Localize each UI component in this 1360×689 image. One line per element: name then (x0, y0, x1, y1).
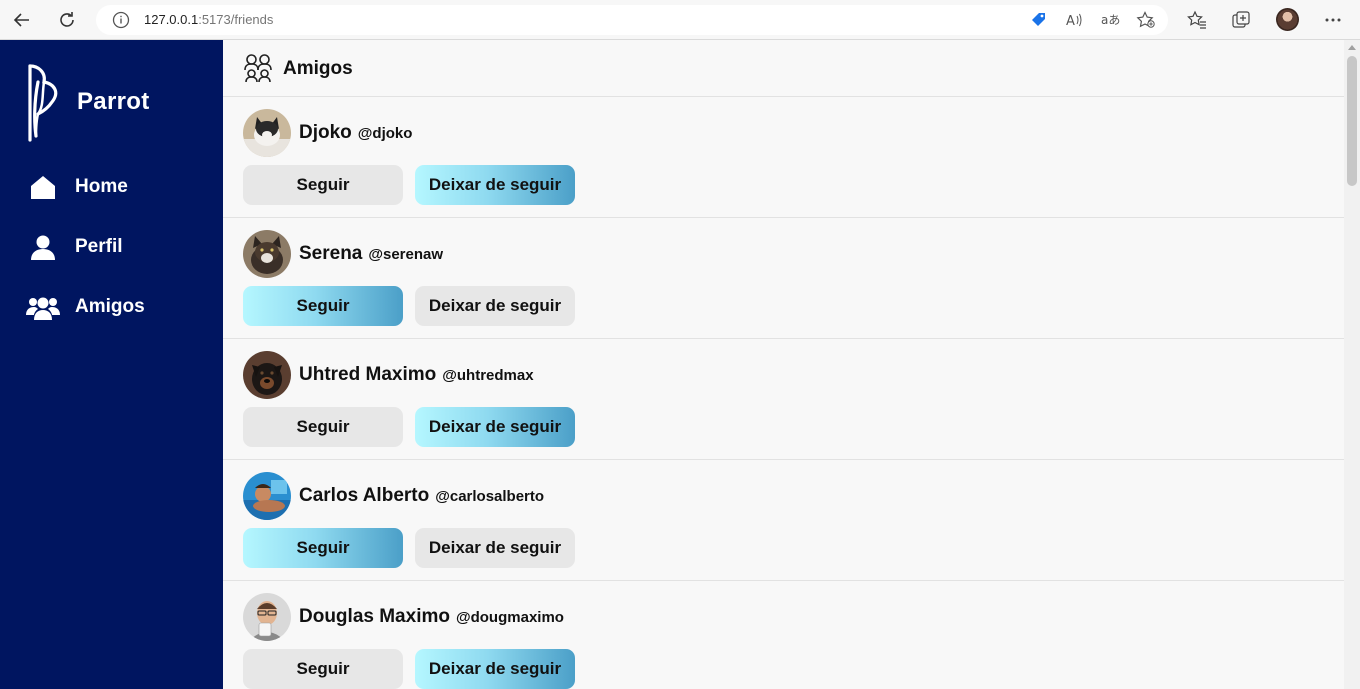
sidebar: Parrot Home Perfil Amigos (0, 40, 223, 689)
sidebar-item-label: Amigos (75, 296, 145, 317)
friend-display-name: Carlos Alberto (299, 485, 430, 506)
friend-display-name: Uhtred Maximo (299, 364, 437, 385)
site-info-icon[interactable] (112, 11, 130, 34)
refresh-icon[interactable] (53, 8, 81, 32)
sidebar-item-perfil[interactable]: Perfil (26, 230, 206, 264)
user-icon (26, 232, 60, 262)
profile-avatar[interactable] (1276, 8, 1299, 31)
friend-name[interactable]: Serena @serenaw (299, 243, 443, 265)
users-icon (26, 292, 60, 322)
scroll-up-icon[interactable] (1348, 45, 1356, 50)
friend-display-name: Serena (299, 243, 363, 264)
page-title: Amigos (283, 58, 353, 79)
scrollbar-thumb[interactable] (1347, 56, 1357, 186)
unfollow-button[interactable]: Deixar de seguir (415, 649, 575, 689)
friend-avatar[interactable] (243, 351, 291, 399)
friend-avatar[interactable] (243, 472, 291, 520)
friend-item: Serena @serenaw Seguir Deixar de seguir (223, 218, 1344, 339)
brand-name[interactable]: Parrot (77, 88, 150, 116)
add-favorite-icon[interactable] (1136, 11, 1156, 34)
url-text[interactable]: 127.0.0.1:5173/friends (144, 12, 273, 27)
svg-text:A: A (1066, 14, 1075, 29)
friend-handle: @uhtredmax (442, 367, 534, 384)
friend-handle: @carlosalberto (435, 488, 545, 505)
unfollow-button[interactable]: Deixar de seguir (415, 407, 575, 447)
friend-avatar[interactable] (243, 593, 291, 641)
friend-item: Carlos Alberto @carlosalberto Seguir Deix… (223, 460, 1344, 581)
sidebar-item-label: Perfil (75, 236, 123, 257)
friend-item: Uhtred Maximo @uhtredmax Seguir Deixar de… (223, 339, 1344, 460)
friend-name[interactable]: Carlos Alberto @carlosalberto (299, 485, 544, 507)
collections-icon[interactable] (1231, 10, 1251, 35)
browser-toolbar: 127.0.0.1:5173/friends A aあ (0, 0, 1360, 40)
friend-display-name: Djoko (299, 122, 352, 143)
friend-item: Djoko @djoko Seguir Deixar de seguir (223, 97, 1344, 218)
follow-button[interactable]: Seguir (243, 286, 403, 326)
friend-avatar[interactable] (243, 230, 291, 278)
translate-icon[interactable]: aあ (1100, 11, 1120, 34)
sidebar-item-home[interactable]: Home (26, 170, 206, 204)
home-icon (26, 172, 60, 202)
friends-icon (244, 53, 272, 88)
more-options-icon[interactable] (1323, 10, 1343, 35)
friend-name[interactable]: Djoko @djoko (299, 122, 412, 144)
unfollow-button[interactable]: Deixar de seguir (415, 528, 575, 568)
url-path: :5173/friends (198, 12, 274, 27)
tag-icon[interactable] (1029, 11, 1047, 34)
parrot-logo-icon[interactable] (24, 62, 64, 147)
url-host: 127.0.0.1 (144, 12, 199, 27)
unfollow-button[interactable]: Deixar de seguir (415, 165, 575, 205)
follow-button[interactable]: Seguir (243, 528, 403, 568)
friend-handle: @djoko (357, 125, 413, 142)
follow-button[interactable]: Seguir (243, 649, 403, 689)
unfollow-button[interactable]: Deixar de seguir (415, 286, 575, 326)
address-bar[interactable]: 127.0.0.1:5173/friends A aあ (96, 5, 1168, 35)
follow-button[interactable]: Seguir (243, 407, 403, 447)
follow-button[interactable]: Seguir (243, 165, 403, 205)
friend-name[interactable]: Uhtred Maximo @uhtredmax (299, 364, 534, 386)
friend-handle: @dougmaximo (455, 609, 564, 626)
friend-item: Douglas Maximo @dougmaximo Seguir Deixar … (223, 581, 1344, 689)
friend-name[interactable]: Douglas Maximo @dougmaximo (299, 606, 564, 628)
friend-handle: @serenaw (368, 246, 444, 263)
main-content: Amigos Djoko @djoko Seguir Deixar de segu… (223, 40, 1344, 689)
friend-display-name: Douglas Maximo (299, 606, 450, 627)
scrollbar[interactable] (1344, 40, 1360, 689)
friend-avatar[interactable] (243, 109, 291, 157)
sidebar-item-amigos[interactable]: Amigos (26, 290, 206, 324)
sidebar-item-label: Home (75, 176, 128, 197)
read-aloud-icon[interactable]: A (1065, 11, 1085, 34)
back-icon[interactable] (8, 8, 36, 32)
favorites-icon[interactable] (1187, 10, 1207, 35)
svg-text:aあ: aあ (1101, 13, 1120, 27)
page-header: Amigos (223, 40, 1344, 97)
